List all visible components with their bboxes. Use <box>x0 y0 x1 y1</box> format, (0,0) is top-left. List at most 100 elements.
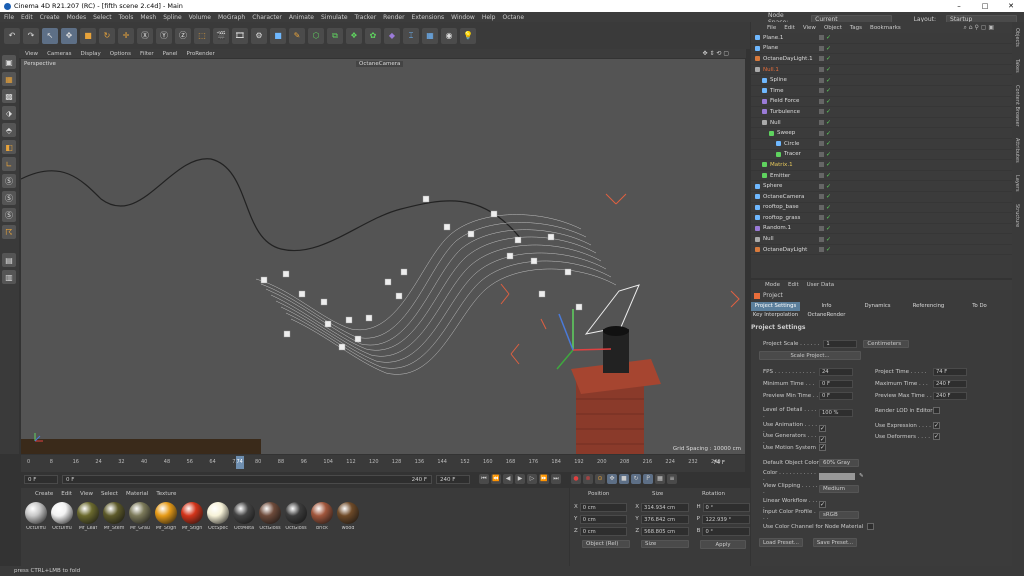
menu-select[interactable]: Select <box>93 14 112 21</box>
object-name[interactable]: Null.1 <box>763 67 779 73</box>
next-frame-icon[interactable]: ▷ <box>527 474 537 484</box>
object-name[interactable]: Turbulence <box>770 109 800 115</box>
go-to-start-icon[interactable]: ⏮ <box>479 474 489 484</box>
scale-project-button[interactable]: Scale Project... <box>759 351 861 360</box>
deformer-icon[interactable]: ❖ <box>346 27 362 44</box>
preview-max-time-field[interactable]: 240 F <box>933 392 967 400</box>
maximize-button[interactable]: □ <box>972 0 998 12</box>
enabled-check-icon[interactable]: ✓ <box>826 98 831 105</box>
size-mode-dropdown[interactable]: Size <box>641 540 689 548</box>
object-visibility-flags[interactable]: ✓ <box>819 225 831 232</box>
menu-volume[interactable]: Volume <box>189 14 211 21</box>
render-picture-viewer-icon[interactable]: 🎞 <box>232 27 248 44</box>
object-name[interactable]: Tracer <box>784 151 801 157</box>
viewport-menu-panel[interactable]: Panel <box>163 51 178 57</box>
material-menu-edit[interactable]: Edit <box>61 491 72 497</box>
maximum-time-field[interactable]: 240 F <box>933 380 967 388</box>
menu-spline[interactable]: Spline <box>163 14 181 21</box>
preview-range-slider[interactable]: 0 F 240 F <box>62 474 432 484</box>
editor-visibility-dot[interactable] <box>819 247 824 253</box>
go-to-end-icon[interactable]: ⏭ <box>551 474 561 484</box>
enabled-check-icon[interactable]: ✓ <box>826 45 831 52</box>
object-menu-file[interactable]: File <box>767 25 776 31</box>
object-name[interactable]: Circle <box>784 141 799 147</box>
object-visibility-flags[interactable]: ✓ <box>819 236 831 243</box>
use-color-channel-checkbox[interactable] <box>867 523 875 530</box>
object-visibility-flags[interactable]: ✓ <box>819 172 831 179</box>
tab-dynamics[interactable]: Dynamics <box>853 302 902 311</box>
floor-icon[interactable]: ⌶ <box>403 27 419 44</box>
object-name[interactable]: Sphere <box>763 183 782 189</box>
menu-modes[interactable]: Modes <box>67 14 86 21</box>
y-axis-icon[interactable]: Ⓨ <box>156 27 172 44</box>
points-mode-icon[interactable]: ⬗ <box>2 106 16 120</box>
position-field[interactable]: 0 cm <box>579 502 628 512</box>
redo-icon[interactable]: ↷ <box>23 27 39 44</box>
menu-help[interactable]: Help <box>482 14 496 21</box>
object-name[interactable]: rooftop_grass <box>763 215 800 221</box>
render-settings-icon[interactable]: ⚙ <box>251 27 267 44</box>
material-swatch[interactable]: wood <box>335 502 361 531</box>
autokey-icon[interactable]: ⊗ <box>583 474 593 484</box>
editor-visibility-dot[interactable] <box>819 56 824 62</box>
menu-mograph[interactable]: MoGraph <box>218 14 245 21</box>
menu-file[interactable]: File <box>4 14 14 21</box>
editor-visibility-dot[interactable] <box>819 130 824 136</box>
field-icon[interactable]: ✿ <box>365 27 381 44</box>
material-menu-material[interactable]: Material <box>126 491 148 497</box>
object-row[interactable]: Sweep ✓ <box>751 128 1012 139</box>
object-name[interactable]: Null <box>763 236 774 242</box>
object-name[interactable]: Matrix.1 <box>770 162 793 168</box>
object-visibility-flags[interactable]: ✓ <box>819 204 831 211</box>
editor-visibility-dot[interactable] <box>819 151 824 157</box>
undo-icon[interactable]: ↶ <box>4 27 20 44</box>
object-row[interactable]: Sphere ✓ <box>751 181 1012 192</box>
menu-extensions[interactable]: Extensions <box>412 14 445 21</box>
editor-visibility-dot[interactable] <box>819 77 824 83</box>
object-name[interactable]: Random.1 <box>763 225 791 231</box>
tab-to-do[interactable]: To Do <box>955 302 1004 311</box>
rotation-field[interactable]: 0 ° <box>702 502 751 512</box>
snap-settings-icon[interactable]: Ⓢ <box>2 191 16 205</box>
sky-icon[interactable]: ▦ <box>422 27 438 44</box>
end-frame-field[interactable]: 240 F <box>436 474 470 484</box>
side-tab-structure[interactable]: Structure <box>1014 204 1020 227</box>
material-swatch[interactable]: Mf_Leaf <box>75 502 101 531</box>
object-visibility-flags[interactable]: ✓ <box>819 87 831 94</box>
menu-window[interactable]: Window <box>451 14 475 21</box>
object-name[interactable]: Spline <box>770 77 787 83</box>
menu-edit[interactable]: Edit <box>21 14 33 21</box>
record-keys-icon[interactable]: ● <box>571 474 581 484</box>
tab-octanerender[interactable]: OctaneRender <box>802 311 851 320</box>
object-name[interactable]: Time <box>770 88 783 94</box>
viewport-menu-options[interactable]: Options <box>110 51 131 57</box>
side-tab-content-browser[interactable]: Content Browser <box>1014 85 1020 127</box>
previous-frame-icon[interactable]: ◀ <box>503 474 513 484</box>
editor-visibility-dot[interactable] <box>819 98 824 104</box>
parameter-key-icon[interactable]: P <box>643 474 653 484</box>
cube-icon[interactable]: ■ <box>270 27 286 44</box>
editor-visibility-dot[interactable] <box>819 88 824 94</box>
editor-visibility-dot[interactable] <box>819 120 824 126</box>
load-preset-button[interactable]: Load Preset... <box>759 538 803 547</box>
enabled-check-icon[interactable]: ✓ <box>826 140 831 147</box>
object-name[interactable]: Sweep <box>777 130 795 136</box>
enabled-check-icon[interactable]: ✓ <box>826 119 831 126</box>
tab-project-settings[interactable]: Project Settings <box>751 302 800 311</box>
recent-tools-icon[interactable]: ✛ <box>118 27 134 44</box>
material-menu-view[interactable]: View <box>80 491 93 497</box>
object-row[interactable]: Plane.1 ✓ <box>751 33 1012 44</box>
menu-tracker[interactable]: Tracker <box>355 14 377 21</box>
editor-visibility-dot[interactable] <box>819 109 824 115</box>
material-swatch[interactable]: OctMeta <box>231 502 257 531</box>
size-field[interactable]: 376.842 cm <box>641 514 689 524</box>
lock-workplane-icon[interactable]: ▤ <box>2 253 16 267</box>
editor-visibility-dot[interactable] <box>819 67 824 73</box>
object-row[interactable]: Null ✓ <box>751 118 1012 129</box>
enabled-check-icon[interactable]: ✓ <box>826 151 831 158</box>
rotation-field[interactable]: 0 ° <box>702 526 750 536</box>
material-swatch[interactable]: Mf_Stign <box>179 502 205 531</box>
edges-mode-icon[interactable]: ⬘ <box>2 123 16 137</box>
3d-viewport[interactable]: Perspective OctaneCamera Grid Spacing: … <box>21 59 745 454</box>
material-swatch[interactable]: Mf_Stign <box>153 502 179 531</box>
